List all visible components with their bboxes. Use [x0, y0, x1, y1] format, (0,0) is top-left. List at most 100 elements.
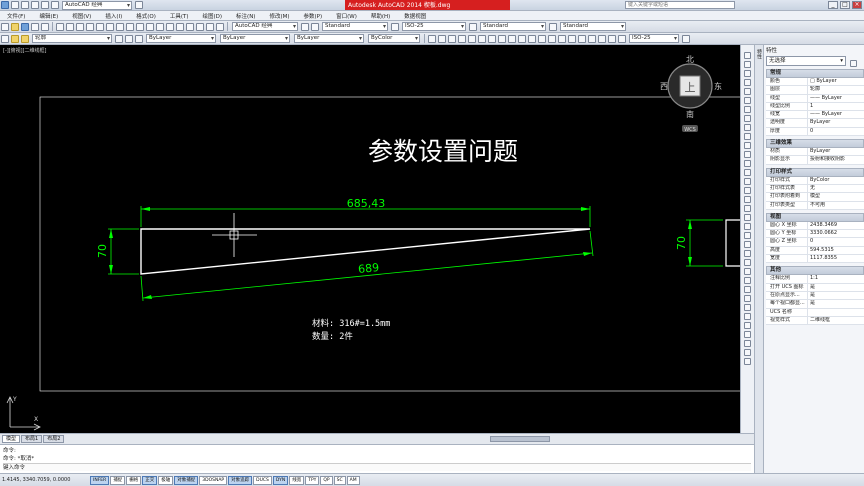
menu-draw[interactable]: 绘图(D) [203, 12, 223, 20]
mleader-style-combo[interactable]: Standard [560, 22, 626, 31]
tolerance-icon[interactable] [558, 34, 566, 43]
angular-dim-icon[interactable] [498, 34, 506, 43]
diameter-dim-icon[interactable] [488, 34, 496, 43]
workspace-settings-icon[interactable] [301, 22, 309, 31]
match-prop-icon[interactable] [86, 22, 94, 31]
rotate-tool-icon[interactable] [744, 277, 751, 284]
continue-dim-icon[interactable] [528, 34, 536, 43]
chamfer-tool-icon[interactable] [744, 340, 751, 347]
property-value[interactable]: 594.5315 [808, 247, 864, 254]
status-lwt[interactable]: 线宽 [289, 475, 305, 485]
dim-space-icon[interactable] [538, 34, 546, 43]
sheetset-icon[interactable] [186, 22, 194, 31]
plot-icon[interactable] [31, 22, 39, 31]
table-tool-icon[interactable] [744, 205, 751, 212]
tab-layout1[interactable]: 布局1 [21, 435, 43, 443]
mleader-style-icon[interactable] [549, 22, 557, 31]
help-search-input[interactable]: 键入关键字或短语 [625, 1, 735, 9]
open-file-icon[interactable] [11, 22, 19, 31]
dimstyle-manager-icon[interactable] [682, 34, 690, 43]
menu-dimension[interactable]: 标注(N) [236, 12, 255, 20]
extend-tool-icon[interactable] [744, 313, 751, 320]
fillet-tool-icon[interactable] [744, 349, 751, 356]
mtext-tool-icon[interactable] [744, 214, 751, 221]
property-row[interactable]: 圆心 Y 坐标 3330.0662 [766, 230, 864, 239]
status-snap[interactable]: 捕捉 [110, 475, 126, 485]
menu-dataview[interactable]: 数据视图 [404, 12, 426, 20]
markup-icon[interactable] [196, 22, 204, 31]
property-row[interactable]: 材质 ByLayer [766, 148, 864, 157]
menu-window[interactable]: 窗口(W) [336, 12, 357, 20]
cloud-tool-icon[interactable] [744, 115, 751, 122]
property-row[interactable]: 图层 轮廓 [766, 86, 864, 95]
property-value[interactable]: 轮廓 [808, 86, 864, 93]
save-file-icon[interactable] [21, 22, 29, 31]
property-row[interactable]: 圆心 Z 坐标 0 [766, 238, 864, 247]
minimize-button[interactable]: _ [828, 1, 838, 9]
property-row[interactable]: 在原点显示... 是 [766, 291, 864, 301]
undo-tb-icon[interactable] [96, 22, 104, 31]
property-row[interactable]: 注释比例 1:1 [766, 275, 864, 284]
table-style-icon[interactable] [469, 22, 477, 31]
table-style-combo[interactable]: Standard [480, 22, 546, 31]
dim-update-icon[interactable] [618, 34, 626, 43]
tab-model[interactable]: 模型 [2, 435, 21, 443]
workspace-combo-title[interactable]: AutoCAD 经典 [62, 0, 132, 10]
property-value[interactable]: 2438.3469 [808, 222, 864, 229]
property-value[interactable]: 3330.0662 [808, 230, 864, 237]
menu-modify[interactable]: 修改(M) [269, 12, 289, 20]
zoom-icon[interactable] [126, 22, 134, 31]
status-dyn[interactable]: DYN [272, 475, 289, 485]
property-row[interactable]: 打印样式表无 [766, 184, 864, 194]
status-3dosnap[interactable]: 3DOSNAP [199, 475, 228, 485]
viewcube-top-label[interactable]: 上 [685, 81, 696, 94]
copy-tool-icon[interactable] [744, 232, 751, 239]
move-tool-icon[interactable] [744, 268, 751, 275]
property-value[interactable]: ByColor [808, 177, 864, 184]
property-row[interactable]: 宽度 1117.8355 [766, 255, 864, 264]
property-row[interactable]: 每个视口都显... 是 [766, 300, 864, 309]
dim-break-icon[interactable] [548, 34, 556, 43]
property-value[interactable]: 投射和接收阴影 [808, 156, 864, 163]
property-value[interactable]: □ ByLayer [808, 78, 864, 85]
jogged-dim-icon[interactable] [478, 34, 486, 43]
maximize-button[interactable]: □ [840, 1, 850, 9]
baseline-dim-icon[interactable] [518, 34, 526, 43]
explode-tool-icon[interactable] [744, 358, 751, 365]
property-row[interactable]: 打印表附着到 模型 [766, 193, 864, 202]
property-value[interactable]: 是 [808, 292, 864, 299]
scale-tool-icon[interactable] [744, 286, 751, 293]
properties-icon[interactable] [156, 22, 164, 31]
break-tool-icon[interactable] [744, 322, 751, 329]
quick-dim-icon[interactable] [508, 34, 516, 43]
make-block-icon[interactable] [744, 160, 751, 167]
coordinate-readout[interactable]: 1.4145, 3340.7059, 0.0000 [2, 477, 90, 483]
make-current-icon[interactable] [115, 34, 123, 43]
join-tool-icon[interactable] [744, 331, 751, 338]
polyline-tool-icon[interactable] [744, 70, 751, 77]
xline-tool-icon[interactable] [744, 61, 751, 68]
ordinate-dim-icon[interactable] [458, 34, 466, 43]
point-tool-icon[interactable] [744, 169, 751, 176]
property-row[interactable]: 阴影显示 投射和接收阴影 [766, 156, 864, 165]
mirror-tool-icon[interactable] [744, 241, 751, 248]
tool-palette-icon[interactable] [176, 22, 184, 31]
property-row[interactable]: 打开 UCS 图标是 [766, 283, 864, 292]
layer-freeze-icon[interactable] [21, 34, 29, 43]
jogged-linear-icon[interactable] [588, 34, 596, 43]
dim-style-combo[interactable]: ISO-25 [402, 22, 466, 31]
menu-tools[interactable]: 工具(T) [170, 12, 189, 20]
app-menu-icon[interactable] [1, 1, 9, 9]
status-osnap[interactable]: 对象捕捉 [174, 475, 199, 485]
property-value[interactable]: 是 [808, 300, 864, 307]
spline-tool-icon[interactable] [744, 124, 751, 131]
status-am[interactable]: AM [346, 475, 360, 485]
close-button[interactable]: × [852, 1, 862, 9]
property-section-header[interactable]: 其他 [766, 266, 864, 276]
drawing-canvas[interactable]: 参数设置问题 685,43 70 689 70 材料: 316#=1.5mm 数… [0, 45, 740, 433]
dim-style-icon[interactable] [391, 22, 399, 31]
status-tpy[interactable]: TPY [305, 475, 320, 485]
menu-view[interactable]: 视图(V) [72, 12, 91, 20]
new-icon[interactable] [11, 1, 19, 9]
erase-tool-icon[interactable] [744, 223, 751, 230]
